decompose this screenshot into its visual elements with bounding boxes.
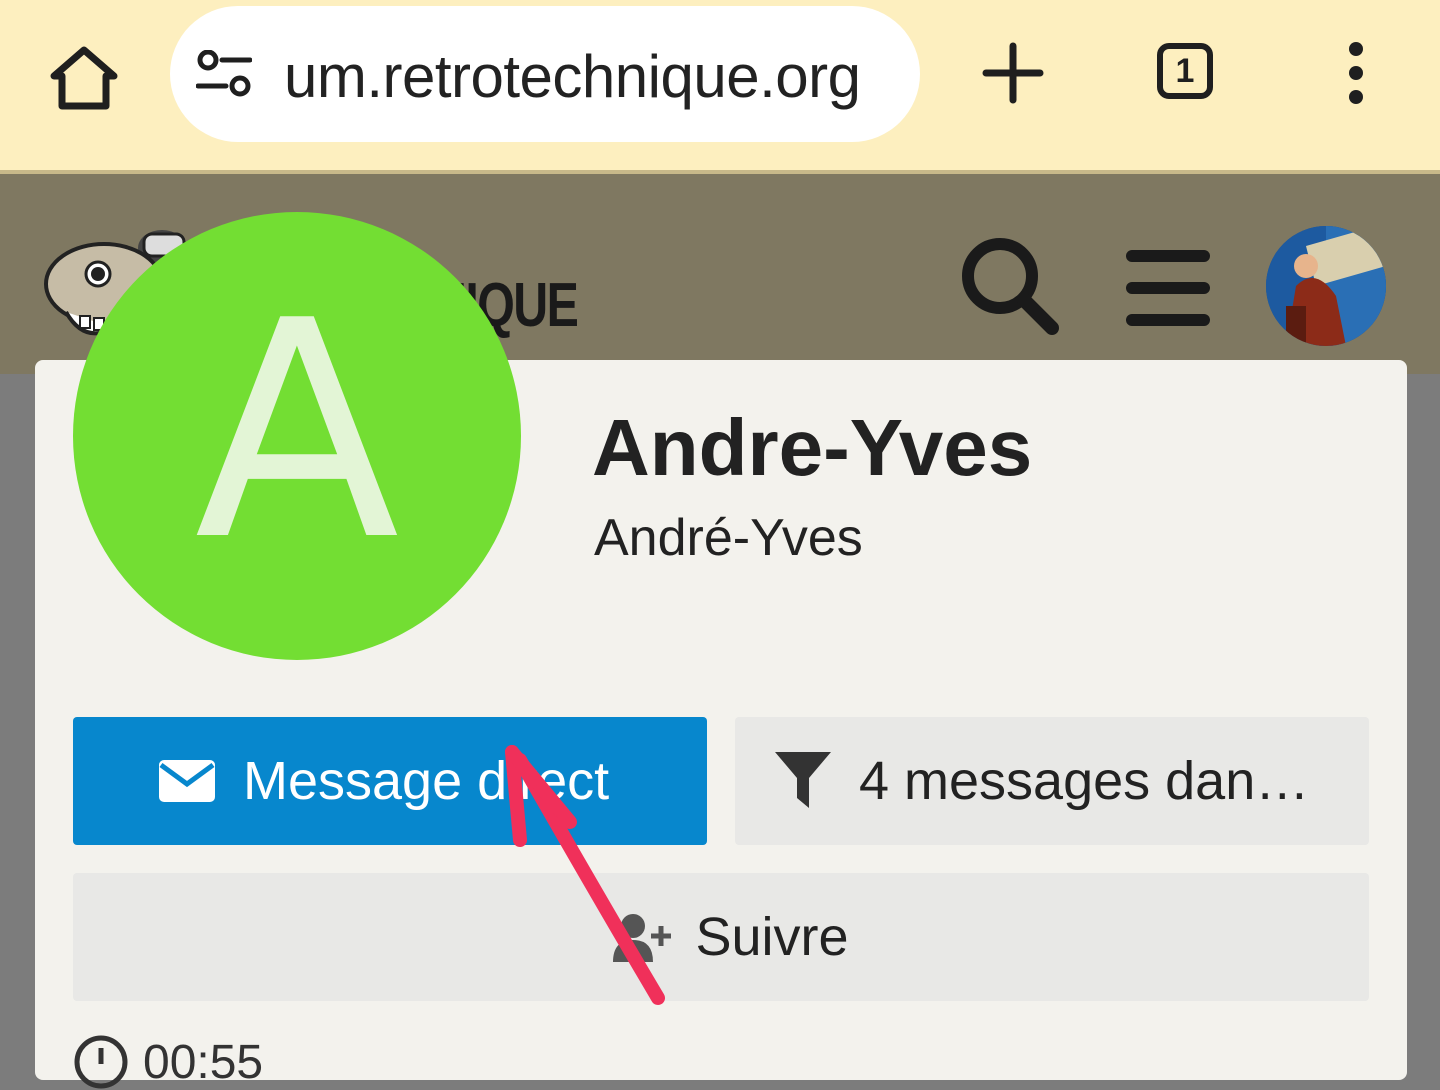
filter-messages-button[interactable]: 4 messages dan… (735, 717, 1369, 845)
filter-icon (775, 752, 831, 808)
last-seen-time: 00:55 (143, 1035, 264, 1089)
clock-icon (74, 1035, 128, 1089)
plus-icon[interactable] (982, 42, 1044, 104)
filter-messages-label: 4 messages dan… (859, 751, 1310, 811)
hamburger-icon[interactable] (1124, 248, 1212, 328)
url-text[interactable]: um.retrotechnique.org (284, 42, 861, 111)
user-plus-icon (613, 914, 672, 962)
home-icon[interactable] (48, 44, 120, 110)
tab-switcher-button[interactable]: 1 (1157, 43, 1213, 99)
kebab-icon[interactable] (1340, 42, 1372, 104)
direct-message-button[interactable]: Message direct (73, 717, 707, 845)
follow-button[interactable]: Suivre (73, 873, 1369, 1001)
user-avatar[interactable] (1266, 226, 1386, 346)
profile-full-name: André-Yves (594, 509, 863, 567)
tune-icon[interactable] (196, 50, 252, 98)
avatar-letter: A (194, 257, 400, 606)
profile-avatar: A (73, 212, 521, 660)
tab-count: 1 (1175, 51, 1195, 90)
address-bar[interactable]: um.retrotechnique.org (170, 6, 920, 142)
envelope-icon (159, 760, 215, 802)
search-icon[interactable] (958, 234, 1062, 338)
last-seen: 00:55 (73, 1034, 263, 1090)
avatar-image (1266, 226, 1386, 346)
follow-label: Suivre (695, 907, 849, 967)
profile-username: Andre-Yves (592, 403, 1033, 492)
browser-toolbar: um.retrotechnique.org 1 (0, 0, 1440, 173)
direct-message-label: Message direct (243, 751, 610, 811)
